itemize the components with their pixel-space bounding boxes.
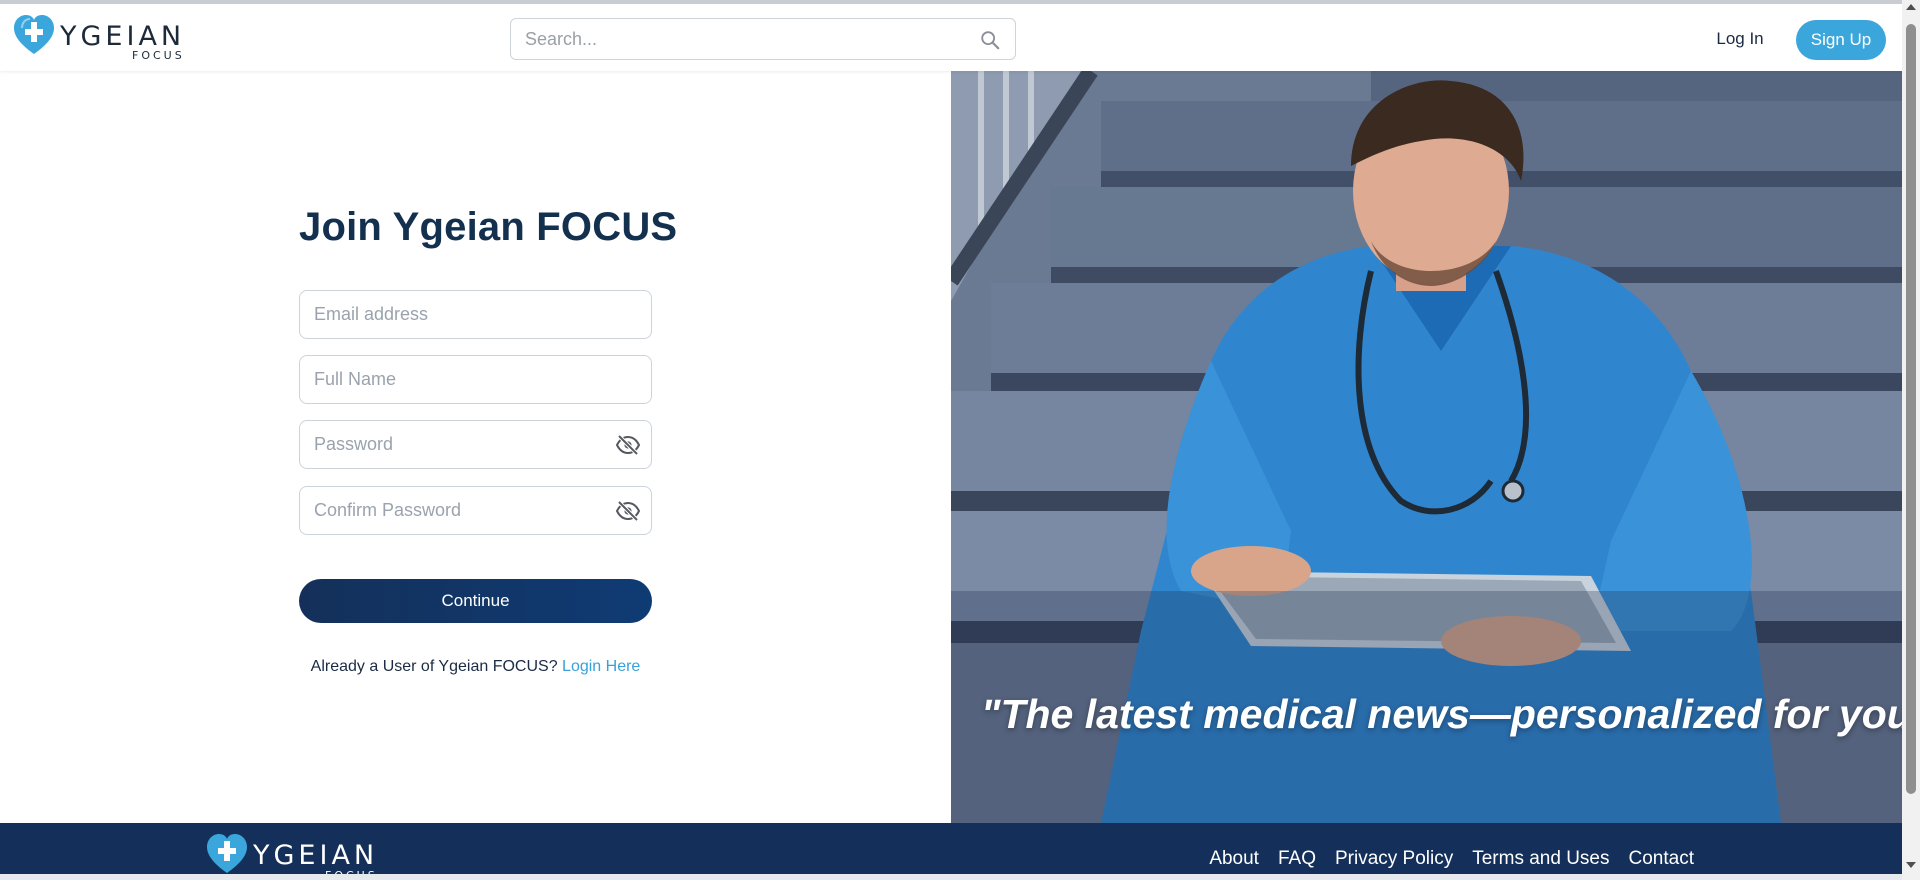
search-input[interactable] <box>511 19 1015 59</box>
fullname-input[interactable] <box>300 356 651 403</box>
svg-text:YGEIAN: YGEIAN <box>59 21 185 52</box>
footer-nav: About FAQ Privacy Policy Terms and Uses … <box>1209 848 1694 870</box>
eye-off-icon[interactable] <box>616 434 640 456</box>
hero-image-panel: "The latest medical news—personalized fo… <box>951 71 1902 823</box>
confirm-password-field[interactable] <box>299 486 652 535</box>
login-prompt-text: Already a User of Ygeian FOCUS? <box>310 658 558 675</box>
hero-quote: "The latest medical news—personalized fo… <box>981 691 1902 737</box>
email-input[interactable] <box>300 291 651 338</box>
continue-button[interactable]: Continue <box>299 579 652 623</box>
search-bar[interactable] <box>510 18 1016 60</box>
page-scrollbar[interactable] <box>1902 0 1920 880</box>
search-icon[interactable] <box>979 29 1001 51</box>
scroll-up-arrow-icon[interactable] <box>1906 4 1916 10</box>
footer-link-about[interactable]: About <box>1209 848 1259 870</box>
heart-cross-logo-icon: YGEIAN FOCUS <box>207 834 378 880</box>
svg-text:YGEIAN: YGEIAN <box>252 840 378 871</box>
svg-text:FOCUS: FOCUS <box>132 49 185 60</box>
password-input[interactable] <box>300 421 651 468</box>
password-field[interactable] <box>299 420 652 469</box>
signup-button[interactable]: Sign Up <box>1796 20 1886 60</box>
bottom-divider <box>0 874 1902 880</box>
footer-brand-logo[interactable]: YGEIAN FOCUS <box>207 833 407 880</box>
login-prompt: Already a User of Ygeian FOCUS? Login He… <box>299 658 652 676</box>
top-navbar: YGEIAN FOCUS Log In Sign Up <box>0 0 1902 71</box>
eye-off-icon[interactable] <box>616 500 640 522</box>
footer-link-terms[interactable]: Terms and Uses <box>1472 848 1609 870</box>
scroll-thumb[interactable] <box>1906 24 1916 794</box>
signup-panel: Join Ygeian FOCUS Continue Already a Use… <box>0 71 951 823</box>
fullname-field[interactable] <box>299 355 652 404</box>
brand-logo[interactable]: YGEIAN FOCUS <box>14 14 214 62</box>
login-here-link[interactable]: Login Here <box>562 658 640 675</box>
confirm-password-input[interactable] <box>300 487 651 534</box>
email-field[interactable] <box>299 290 652 339</box>
footer-link-contact[interactable]: Contact <box>1629 848 1694 870</box>
footer-link-faq[interactable]: FAQ <box>1278 848 1316 870</box>
scroll-down-arrow-icon[interactable] <box>1906 862 1916 868</box>
heart-cross-logo-icon: YGEIAN FOCUS <box>14 15 185 62</box>
footer-link-privacy[interactable]: Privacy Policy <box>1335 848 1453 870</box>
footer: YGEIAN FOCUS About FAQ Privacy Policy Te… <box>0 823 1902 880</box>
login-button[interactable]: Log In <box>1700 20 1780 58</box>
page-title: Join Ygeian FOCUS <box>299 205 678 249</box>
